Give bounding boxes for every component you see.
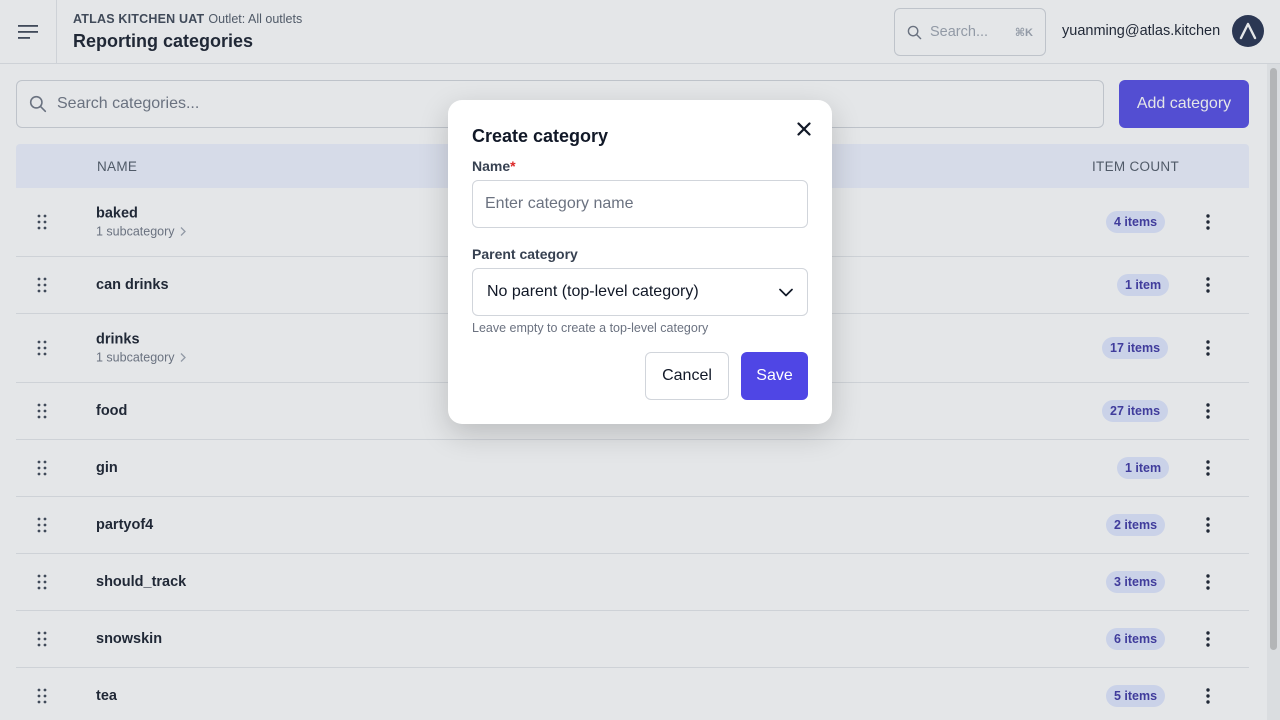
create-category-dialog: Create category Name* Parent category No… xyxy=(448,100,832,424)
chevron-down-icon xyxy=(779,288,793,296)
cancel-button[interactable]: Cancel xyxy=(645,352,729,400)
category-name-input[interactable] xyxy=(472,180,808,228)
close-dialog-button[interactable] xyxy=(794,119,814,139)
dialog-title: Create category xyxy=(472,126,609,146)
name-label-text: Name xyxy=(472,158,511,174)
parent-category-hint: Leave empty to create a top-level catego… xyxy=(472,321,709,335)
parent-category-label: Parent category xyxy=(472,246,578,262)
close-icon xyxy=(797,122,811,136)
parent-category-select[interactable]: No parent (top-level category) xyxy=(472,268,808,316)
parent-category-value: No parent (top-level category) xyxy=(487,283,699,300)
save-button[interactable]: Save xyxy=(741,352,808,400)
required-asterisk: * xyxy=(510,158,516,174)
name-label: Name* xyxy=(472,158,516,174)
